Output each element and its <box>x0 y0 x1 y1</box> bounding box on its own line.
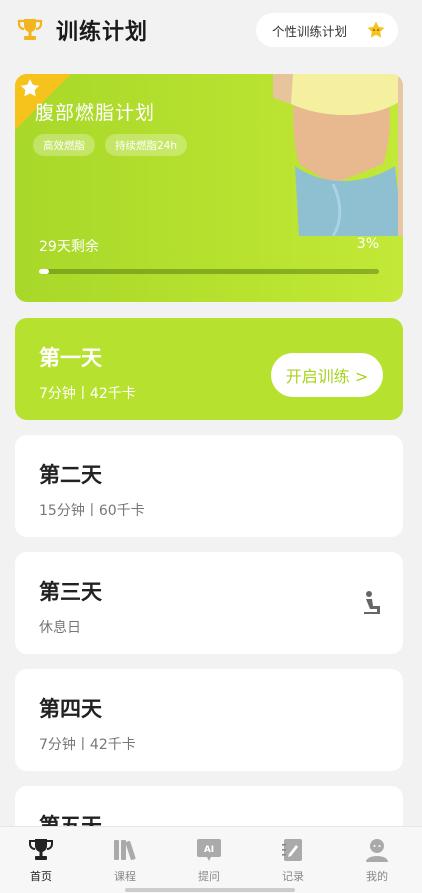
tab-label: 记录 <box>282 870 304 883</box>
day-title: 第二天 <box>39 463 102 487</box>
days-remaining: 29天剩余 <box>39 239 99 255</box>
page-title: 训练计划 <box>56 20 149 45</box>
day-subtitle: 休息日 <box>39 620 81 636</box>
user-icon <box>366 839 388 862</box>
books-icon <box>114 840 136 861</box>
ai-chat-icon: AI <box>197 839 221 861</box>
day-card-1[interactable]: 第一天 7分钟丨42千卡 开启训练 > <box>15 318 403 420</box>
plan-tags: 高效燃脂 持续燃脂24h <box>33 134 188 156</box>
notebook-icon <box>282 839 302 861</box>
day-title: 第四天 <box>39 697 102 721</box>
home-indicator <box>125 888 295 892</box>
custom-plan-label: 个性训练计划 <box>272 23 348 39</box>
day-card-3[interactable]: 第三天 休息日 <box>15 552 403 654</box>
progress-percent: 3% <box>356 236 379 252</box>
custom-plan-button[interactable]: 个性训练计划 <box>256 13 398 47</box>
plan-tag: 持续燃脂24h <box>105 134 188 156</box>
plan-cover-image <box>273 74 403 236</box>
rest-chair-icon <box>364 591 380 614</box>
tab-label: 课程 <box>114 870 136 883</box>
day-card-4[interactable]: 第四天 7分钟丨42千卡 <box>15 669 403 771</box>
day-subtitle: 7分钟丨42千卡 <box>39 737 136 753</box>
trophy-icon <box>17 19 43 40</box>
tab-home[interactable]: 首页 <box>11 837 71 889</box>
start-training-button[interactable]: 开启训练 > <box>271 353 383 397</box>
tab-profile[interactable]: 我的 <box>347 837 407 889</box>
plan-title: 腹部燃脂计划 <box>35 102 156 124</box>
tab-label: 我的 <box>366 870 388 883</box>
tab-label: 提问 <box>198 870 220 883</box>
star-icon <box>367 21 385 38</box>
plan-hero-card[interactable]: 腹部燃脂计划 高效燃脂 持续燃脂24h 29天剩余 3% <box>15 74 403 302</box>
day-card-2[interactable]: 第二天 15分钟丨60千卡 <box>15 435 403 537</box>
header: 训练计划 个性训练计划 <box>0 0 422 62</box>
trophy-icon <box>29 839 53 860</box>
progress-fill <box>39 269 50 274</box>
day-title: 第一天 <box>39 346 102 370</box>
plan-tag: 高效燃脂 <box>33 134 95 156</box>
tab-records[interactable]: 记录 <box>263 837 323 889</box>
tab-courses[interactable]: 课程 <box>95 837 155 889</box>
day-title: 第三天 <box>39 580 102 604</box>
tab-ask[interactable]: AI 提问 <box>179 837 239 889</box>
bottom-tab-bar: 首页 课程 AI 提问 记录 我的 <box>0 826 422 893</box>
day-subtitle: 7分钟丨42千卡 <box>39 386 136 402</box>
progress-bar <box>39 269 379 274</box>
ai-icon-text: AI <box>204 845 214 855</box>
tab-label: 首页 <box>30 870 52 883</box>
day-subtitle: 15分钟丨60千卡 <box>39 503 145 519</box>
